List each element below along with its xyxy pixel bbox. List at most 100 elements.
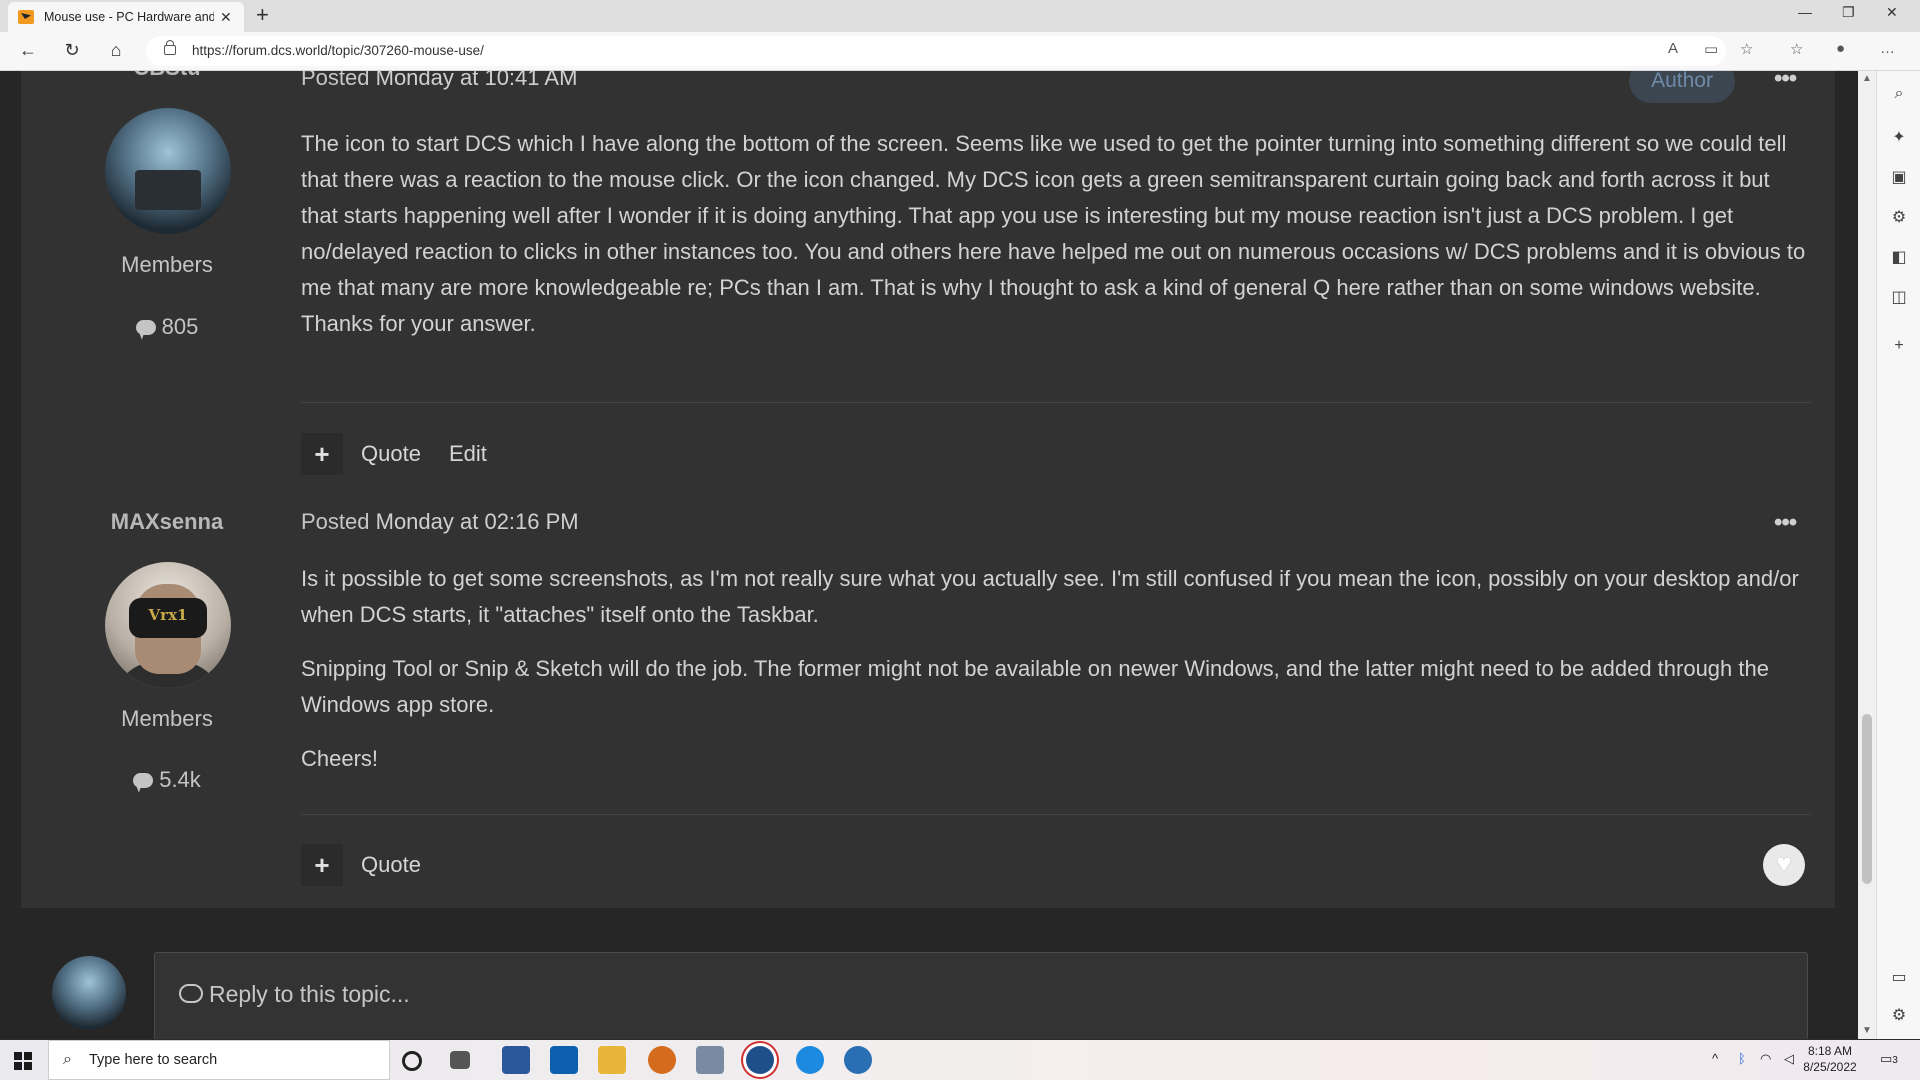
immersive-reader-icon[interactable]: ▭ bbox=[1704, 40, 1718, 58]
taskbar-search-placeholder: Type here to search bbox=[89, 1052, 218, 1068]
tab-title: Mouse use - PC Hardware and R bbox=[44, 10, 214, 24]
post-time[interactable]: Monday at 10:41 AM bbox=[376, 71, 578, 90]
post-content: Is it possible to get some screenshots, … bbox=[301, 561, 1811, 795]
cortana-icon[interactable] bbox=[402, 1051, 422, 1071]
favorite-star-icon[interactable]: ☆ bbox=[1740, 40, 1753, 58]
scroll-thumb[interactable] bbox=[1862, 714, 1872, 884]
post: MAXsenna Vrx1 Members 5.4k Posted Monday… bbox=[21, 481, 1835, 908]
post-paragraph: Snipping Tool or Snip & Sketch will do t… bbox=[301, 656, 1769, 717]
comment-icon bbox=[135, 320, 156, 335]
reply-input[interactable]: Reply to this topic... bbox=[154, 952, 1808, 1039]
post-author-name[interactable]: CBStu bbox=[21, 71, 313, 81]
post-actions: + Quote Edit bbox=[301, 433, 515, 475]
react-plus-button[interactable]: + bbox=[301, 433, 343, 475]
reply-placeholder: Reply to this topic... bbox=[179, 981, 410, 1008]
app-icon[interactable] bbox=[844, 1046, 872, 1074]
app-icon[interactable] bbox=[696, 1046, 724, 1074]
discover-icon[interactable]: ✦ bbox=[1889, 127, 1909, 147]
dcs-world-icon[interactable] bbox=[746, 1046, 774, 1074]
outlook-icon[interactable]: ◫ bbox=[1889, 287, 1909, 307]
avatar[interactable]: Vrx1 bbox=[105, 562, 231, 688]
shopping-icon[interactable]: ▣ bbox=[1889, 167, 1909, 187]
comment-icon bbox=[179, 984, 203, 1003]
edit-button[interactable]: Edit bbox=[449, 441, 487, 467]
clock-date: 8/25/2022 bbox=[1803, 1060, 1857, 1074]
minimize-button[interactable]: — bbox=[1798, 4, 1812, 20]
new-tab-button[interactable]: + bbox=[256, 4, 269, 26]
lock-icon bbox=[164, 40, 176, 55]
post-date: Posted Monday at 02:16 PM bbox=[301, 509, 579, 534]
post-menu-icon[interactable]: ••• bbox=[1774, 509, 1797, 537]
url-field[interactable]: https://forum.dcs.world/topic/307260-mou… bbox=[146, 36, 1726, 66]
word-icon[interactable] bbox=[502, 1046, 530, 1074]
bluetooth-icon[interactable]: ᛒ bbox=[1738, 1051, 1746, 1066]
settings-more-icon[interactable]: … bbox=[1880, 40, 1895, 57]
comment-icon bbox=[133, 773, 154, 788]
avatar[interactable] bbox=[105, 108, 231, 234]
scroll-up-icon[interactable]: ▲ bbox=[1862, 73, 1872, 84]
office-icon[interactable]: ◧ bbox=[1889, 247, 1909, 267]
app-icon[interactable] bbox=[648, 1046, 676, 1074]
avatar bbox=[52, 956, 126, 1030]
browser-tab-bar: Mouse use - PC Hardware and R ✕ + — ❐ ✕ bbox=[0, 0, 1920, 32]
address-bar: ← ↻ ⌂ https://forum.dcs.world/topic/3072… bbox=[0, 32, 1920, 71]
post-time[interactable]: Monday at 02:16 PM bbox=[376, 509, 579, 534]
notification-count: 3 bbox=[1892, 1055, 1898, 1066]
task-view-icon[interactable] bbox=[450, 1051, 470, 1069]
clock-time: 8:18 AM bbox=[1807, 1044, 1853, 1058]
post-date: Posted Monday at 10:41 AM bbox=[301, 71, 577, 91]
post-content: The icon to start DCS which I have along… bbox=[301, 126, 1811, 360]
quote-button[interactable]: Quote bbox=[361, 441, 421, 467]
home-icon[interactable]: ⌂ bbox=[104, 40, 128, 61]
post-actions: + Quote bbox=[301, 844, 449, 886]
volume-icon[interactable]: ◁ bbox=[1784, 1051, 1794, 1067]
vr-headset: Vrx1 bbox=[129, 598, 207, 638]
url-text: https://forum.dcs.world/topic/307260-mou… bbox=[192, 43, 484, 58]
store-icon[interactable] bbox=[550, 1046, 578, 1074]
search-icon: ⌕ bbox=[63, 1051, 72, 1068]
refresh-icon[interactable]: ↻ bbox=[60, 40, 84, 61]
post-paragraph: Is it possible to get some screenshots, … bbox=[301, 566, 1799, 627]
member-group: Members bbox=[121, 252, 213, 277]
taskbar-clock[interactable]: 8:18 AM 8/25/2022 bbox=[1802, 1043, 1858, 1075]
add-icon[interactable]: + bbox=[1889, 337, 1909, 355]
scroll-down-icon[interactable]: ▼ bbox=[1862, 1025, 1872, 1036]
page-scrollbar[interactable]: ▲ ▼ bbox=[1858, 71, 1876, 1039]
post-paragraph: Cheers! bbox=[301, 746, 379, 771]
divider bbox=[301, 814, 1811, 815]
file-explorer-icon[interactable] bbox=[598, 1046, 626, 1074]
react-plus-button[interactable]: + bbox=[301, 844, 343, 886]
windows-taskbar: ⌕ Type here to search ^ ᛒ ◠ ◁ 8:18 AM 8/… bbox=[0, 1040, 1920, 1080]
edge-sidebar: ⌕ ✦ ▣ ⚙ ◧ ◫ + ▭ ⚙ bbox=[1876, 71, 1920, 1039]
post-count-value: 5.4k bbox=[159, 767, 201, 792]
post-author-name[interactable]: MAXsenna bbox=[21, 509, 313, 535]
post-menu-icon[interactable]: ••• bbox=[1774, 71, 1797, 93]
post-count-value: 805 bbox=[161, 314, 199, 339]
windows-start-icon[interactable] bbox=[14, 1052, 32, 1070]
edge-icon[interactable] bbox=[796, 1046, 824, 1074]
favorites-icon[interactable]: ☆ bbox=[1790, 40, 1803, 58]
post-count: 805 bbox=[21, 314, 313, 340]
gear-icon[interactable]: ⚙ bbox=[1889, 1005, 1909, 1025]
dcs-favicon-icon bbox=[18, 10, 34, 24]
like-heart-icon[interactable] bbox=[1763, 844, 1805, 886]
sidebar-layout-icon[interactable]: ▭ bbox=[1889, 967, 1909, 987]
browser-tab[interactable]: Mouse use - PC Hardware and R ✕ bbox=[8, 2, 244, 32]
taskbar-search[interactable]: ⌕ Type here to search bbox=[48, 1040, 390, 1080]
tray-chevron-icon[interactable]: ^ bbox=[1712, 1051, 1718, 1066]
search-icon[interactable]: ⌕ bbox=[1889, 85, 1909, 103]
notifications-icon[interactable]: ▭3 bbox=[1880, 1051, 1898, 1067]
close-window-button[interactable]: ✕ bbox=[1886, 4, 1898, 21]
profile-icon[interactable]: ● bbox=[1836, 40, 1845, 57]
tab-close-icon[interactable]: ✕ bbox=[220, 9, 232, 26]
tools-icon[interactable]: ⚙ bbox=[1889, 207, 1909, 227]
read-aloud-icon[interactable]: A bbox=[1668, 40, 1678, 57]
quote-button[interactable]: Quote bbox=[361, 852, 421, 878]
restore-button[interactable]: ❐ bbox=[1842, 4, 1855, 21]
divider bbox=[301, 402, 1811, 403]
post: CBStu Members 805 Posted Monday at 10:41… bbox=[21, 71, 1835, 521]
wifi-icon[interactable]: ◠ bbox=[1760, 1051, 1771, 1067]
member-group: Members bbox=[121, 706, 213, 731]
back-icon[interactable]: ← bbox=[16, 40, 40, 61]
author-badge: Author bbox=[1629, 71, 1735, 103]
